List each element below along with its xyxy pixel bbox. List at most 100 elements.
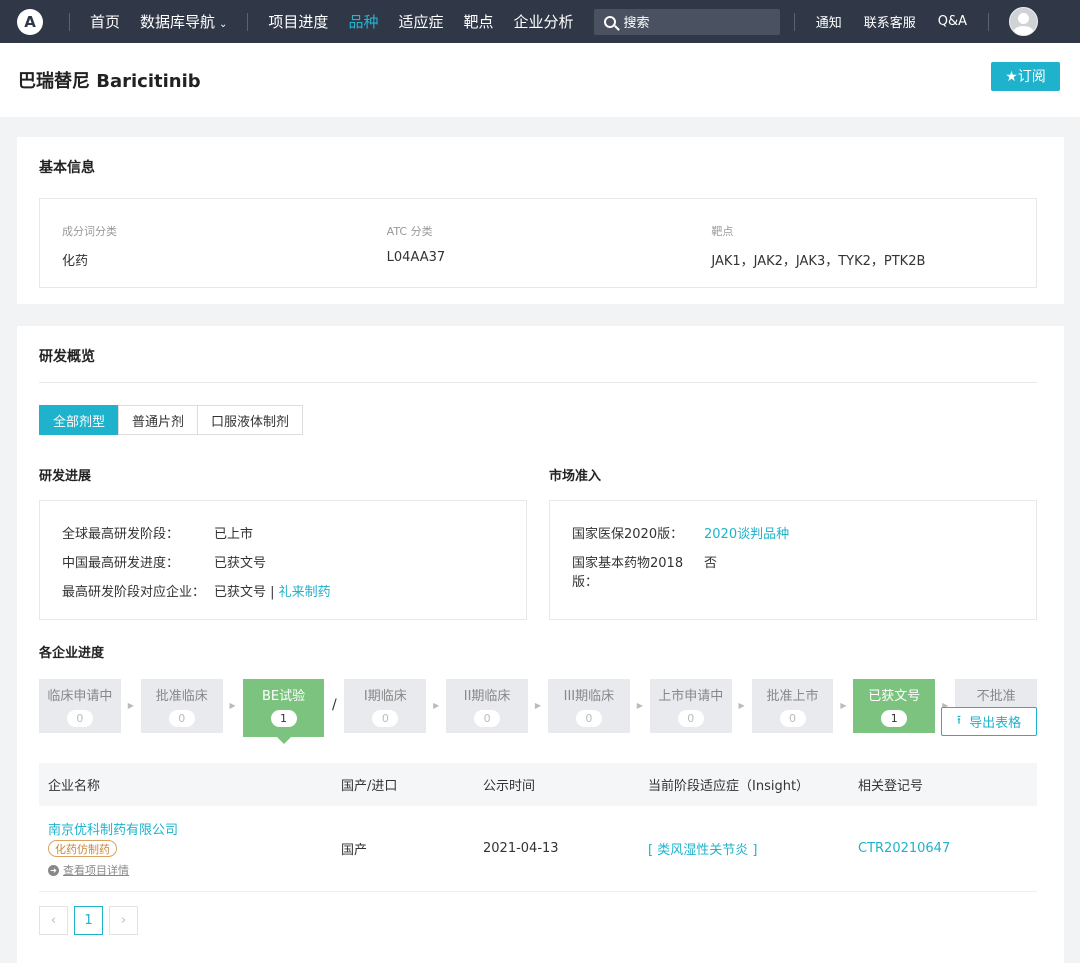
company-link[interactable]: 礼来制药 — [279, 581, 331, 600]
stage-label: 上市申请中 — [658, 689, 724, 704]
origin-cell: 国产 — [341, 843, 368, 858]
row-key: 全球最高研发阶段： — [62, 527, 180, 542]
basic-info-card: 基本信息 成分词分类 化药 ATC 分类 L04AA37 靶点 JAK1，JAK… — [17, 137, 1064, 304]
page-title: 巴瑞替尼 Baricitinib — [18, 71, 201, 92]
progress-row: 中国最高研发进度： 已获文号 — [62, 552, 526, 571]
nav-project-progress[interactable]: 项目进度 — [258, 11, 338, 32]
nav-variety[interactable]: 品种 — [338, 11, 388, 32]
rd-progress-section: 研发进展 全球最高研发阶段： 已上市 中国最高研发进度： 已获文号 最高研发阶段对应… — [39, 465, 527, 620]
info-field: 靶点 JAK1，JAK2，JAK3，TYK2，PTK2B — [711, 223, 1036, 287]
nav-database-label: 数据库导航 — [140, 13, 216, 31]
company-cell: 南京优科制药有限公司 化药仿制药 ➜ 查看项目详情 — [39, 819, 332, 878]
stage-label: 批准上市 — [766, 689, 819, 704]
row-key: 国家医保2020版： — [572, 527, 684, 542]
stage-market-application[interactable]: 上市申请中 0 — [649, 679, 732, 733]
stage-phase-3[interactable]: III期临床 0 — [547, 679, 630, 733]
stage-clinical-application[interactable]: 临床申请中 0 — [39, 679, 121, 733]
logo-icon[interactable]: A — [17, 8, 43, 35]
stage-count: 0 — [779, 710, 806, 727]
col-company: 企业名称 — [48, 779, 101, 794]
export-table-button[interactable]: ⭱ 导出表格 — [941, 707, 1037, 736]
chevron-down-icon: ⌄ — [219, 19, 228, 30]
company-name-link[interactable]: 南京优科制药有限公司 — [48, 819, 178, 838]
arrow-right-icon: ▶ — [942, 701, 949, 710]
arrow-right-icon: ▶ — [433, 701, 440, 710]
stage-count: 0 — [168, 710, 195, 727]
view-project-details-link[interactable]: ➜ 查看项目详情 — [48, 862, 129, 878]
stage-count: 0 — [677, 710, 704, 727]
info-field: 成分词分类 化药 — [62, 223, 387, 287]
arrow-right-icon: ▶ — [840, 701, 847, 710]
stage-label: I期临床 — [363, 689, 407, 704]
info-label: ATC 分类 — [386, 225, 433, 238]
stage-be-trial[interactable]: BE试验 1 — [242, 679, 325, 744]
search-placeholder: 搜索 — [623, 16, 650, 31]
table-header: 企业名称 国产/进口 公示时间 当前阶段适应症（Insight） 相关登记号 — [39, 763, 1037, 806]
prev-page-button[interactable]: ‹ — [39, 906, 68, 935]
avatar[interactable] — [1009, 7, 1038, 36]
next-page-button[interactable]: › — [109, 906, 138, 935]
nav-divider — [69, 12, 70, 31]
negotiation-link[interactable]: 2020谈判品种 — [704, 523, 789, 542]
arrow-right-icon: ▶ — [127, 701, 134, 710]
nav-database[interactable]: 数据库导航 ⌄ — [130, 11, 237, 32]
rd-progress-box: 全球最高研发阶段： 已上市 中国最高研发进度： 已获文号 最高研发阶段对应企业： 已获… — [39, 500, 527, 620]
nav-notifications[interactable]: 通知 — [805, 12, 853, 31]
stage-label: 不批准 — [976, 689, 1016, 704]
drug-type-badge: 化药仿制药 — [48, 840, 117, 857]
top-nav: A 首页 数据库导航 ⌄ 项目进度 品种 适应症 靶点 企业分析 搜索 通知 联系… — [0, 0, 1080, 43]
registration-link[interactable]: CTR20210647 — [849, 841, 1037, 856]
dosage-tabs: 全部剂型 普通片剂 口服液体制剂 — [39, 405, 1037, 435]
nav-divider — [793, 12, 795, 31]
market-access-box: 国家医保2020版： 2020谈判品种 国家基本药物2018版： 否 — [549, 500, 1037, 620]
indication-link[interactable]: [ 类风湿性关节炎 ] — [639, 839, 849, 858]
row-value: 已获文号 | — [214, 585, 275, 600]
market-access-section: 市场准入 国家医保2020版： 2020谈判品种 国家基本药物2018版： 否 — [549, 465, 1037, 620]
market-access-title: 市场准入 — [549, 469, 602, 484]
page-1-button[interactable]: 1 — [74, 906, 103, 935]
nav-contact-support[interactable]: 联系客服 — [853, 12, 927, 31]
col-origin: 国产/进口 — [341, 779, 398, 794]
stage-phase-2[interactable]: II期临床 0 — [446, 679, 529, 733]
tab-tablet[interactable]: 普通片剂 — [118, 405, 199, 435]
search-input[interactable]: 搜索 — [593, 8, 780, 35]
nav-home[interactable]: 首页 — [80, 11, 130, 32]
stage-clinical-approved[interactable]: 批准临床 0 — [140, 679, 223, 733]
progress-row: 最高研发阶段对应企业： 已获文号 | 礼来制药 — [62, 581, 526, 600]
stage-count: 0 — [474, 710, 501, 727]
info-value: L04AA37 — [386, 250, 446, 265]
stage-count: 0 — [66, 710, 93, 727]
tab-all-dosage[interactable]: 全部剂型 — [39, 405, 120, 435]
export-label: 导出表格 — [969, 716, 1022, 731]
nav-company-analysis[interactable]: 企业分析 — [503, 11, 583, 32]
stage-phase-1[interactable]: I期临床 0 — [344, 679, 427, 733]
info-value: JAK1，JAK2，JAK3，TYK2，PTK2B — [711, 254, 926, 269]
stage-label: 已获文号 — [868, 689, 921, 704]
pagination: ‹ 1 › — [39, 906, 1037, 935]
stage-market-approved[interactable]: 批准上市 0 — [751, 679, 834, 733]
rd-overview-card: 研发概览 全部剂型 普通片剂 口服液体制剂 研发进展 全球最高研发阶段： 已上市 … — [17, 326, 1064, 963]
page-header: 巴瑞替尼 Baricitinib ★订阅 — [0, 43, 1080, 117]
stage-label: 临床申请中 — [47, 689, 113, 704]
nav-target[interactable]: 靶点 — [453, 11, 503, 32]
row-key: 中国最高研发进度： — [62, 556, 180, 571]
row-value: 否 — [704, 556, 718, 571]
col-indication: 当前阶段适应症（Insight） — [648, 779, 810, 794]
progress-market-row: 研发进展 全球最高研发阶段： 已上市 中国最高研发进度： 已获文号 最高研发阶段对应… — [39, 465, 1037, 620]
stage-label: 批准临床 — [155, 689, 208, 704]
nav-qa[interactable]: Q&A — [927, 14, 978, 29]
stage-count: 1 — [270, 710, 297, 727]
stage-approval-number[interactable]: 已获文号 1 — [853, 679, 936, 733]
table-row: 南京优科制药有限公司 化药仿制药 ➜ 查看项目详情 国产 2021-04-13 [… — [39, 806, 1037, 892]
arrow-right-icon: ▶ — [636, 701, 643, 710]
info-field: ATC 分类 L04AA37 — [387, 223, 712, 287]
subscribe-button[interactable]: ★订阅 — [991, 61, 1060, 91]
tab-oral-liquid[interactable]: 口服液体制剂 — [197, 405, 304, 435]
info-label: 靶点 — [711, 225, 734, 238]
basic-info-title: 基本信息 — [39, 160, 95, 176]
stage-pipeline: 临床申请中 0 ▶ 批准临床 0 ▶ BE试验 1 / I期临床 0 ▶ II期临床 0 … — [39, 679, 1038, 744]
nav-indication[interactable]: 适应症 — [388, 11, 453, 32]
search-icon — [603, 15, 616, 28]
nav-divider — [247, 12, 249, 31]
market-row: 国家医保2020版： 2020谈判品种 — [572, 523, 1036, 542]
